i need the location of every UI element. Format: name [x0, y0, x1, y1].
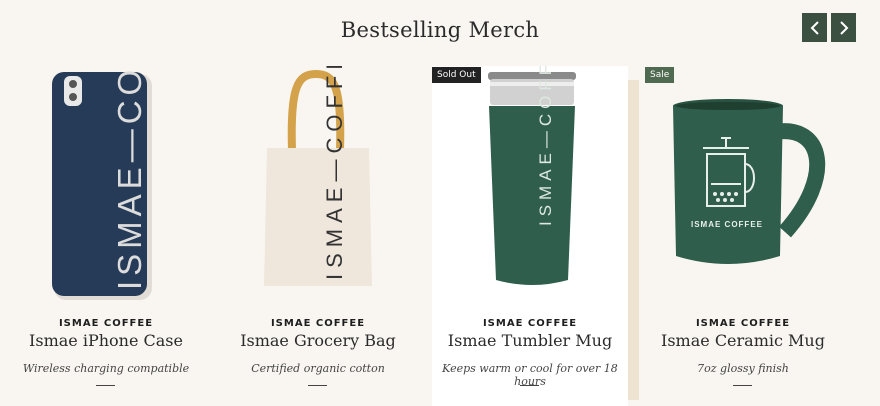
- divider: [520, 385, 539, 386]
- bag-print-text: ISMAE—COFFEE: [322, 66, 347, 280]
- product-vendor: ISMAE COFFEE: [695, 318, 791, 329]
- product-vendor: ISMAE COFFEE: [270, 318, 366, 329]
- product-card-tumbler-mug[interactable]: ISMAE—COFFEE Sold Out ISMAE COFFEE Ismae…: [432, 66, 628, 406]
- divider: [733, 385, 752, 386]
- sale-badge: Sale: [645, 67, 675, 83]
- product-description: Certified organic cotton: [251, 362, 385, 375]
- product-vendor: ISMAE COFFEE: [482, 318, 578, 329]
- product-image[interactable]: ISMAE COFFEE: [645, 66, 841, 306]
- case-print-text: ISMAE—COFFEE: [111, 66, 148, 290]
- product-image[interactable]: ISMAE—COFFEE: [432, 66, 628, 306]
- mug-print-text: ISMAE COFFEE: [691, 220, 763, 229]
- product-image[interactable]: ISMAE—COFFEE: [220, 66, 416, 306]
- tumbler-print-text: ISMAE—COFFEE: [536, 66, 555, 226]
- divider: [96, 385, 115, 386]
- product-description: 7oz glossy finish: [697, 362, 789, 375]
- sold-out-badge: Sold Out: [432, 67, 481, 83]
- chevron-right-icon: [839, 20, 848, 35]
- divider: [308, 385, 327, 386]
- product-description: Wireless charging compatible: [22, 362, 190, 375]
- product-name[interactable]: Ismae Grocery Bag: [220, 331, 416, 350]
- product-name[interactable]: Ismae Tumbler Mug: [432, 331, 628, 350]
- product-card-iphone-case[interactable]: ISMAE—COFFEE ISMAE COFFEE Ismae iPhone C…: [8, 66, 204, 406]
- product-card-grocery-bag[interactable]: ISMAE—COFFEE ISMAE COFFEE Ismae Grocery …: [220, 66, 416, 406]
- chevron-left-icon: [810, 20, 819, 35]
- product-name[interactable]: Ismae iPhone Case: [8, 331, 204, 350]
- section-title: Bestselling Merch: [340, 18, 540, 42]
- carousel-next-button[interactable]: [831, 13, 856, 42]
- carousel-prev-button[interactable]: [802, 13, 827, 42]
- next-card-peek: [628, 80, 639, 400]
- product-name[interactable]: Ismae Ceramic Mug: [645, 331, 841, 350]
- product-card-ceramic-mug[interactable]: ISMAE COFFEE Sale ISMAE COFFEE Ismae Cer…: [645, 66, 841, 406]
- product-image[interactable]: ISMAE—COFFEE: [8, 66, 204, 306]
- product-vendor: ISMAE COFFEE: [58, 318, 154, 329]
